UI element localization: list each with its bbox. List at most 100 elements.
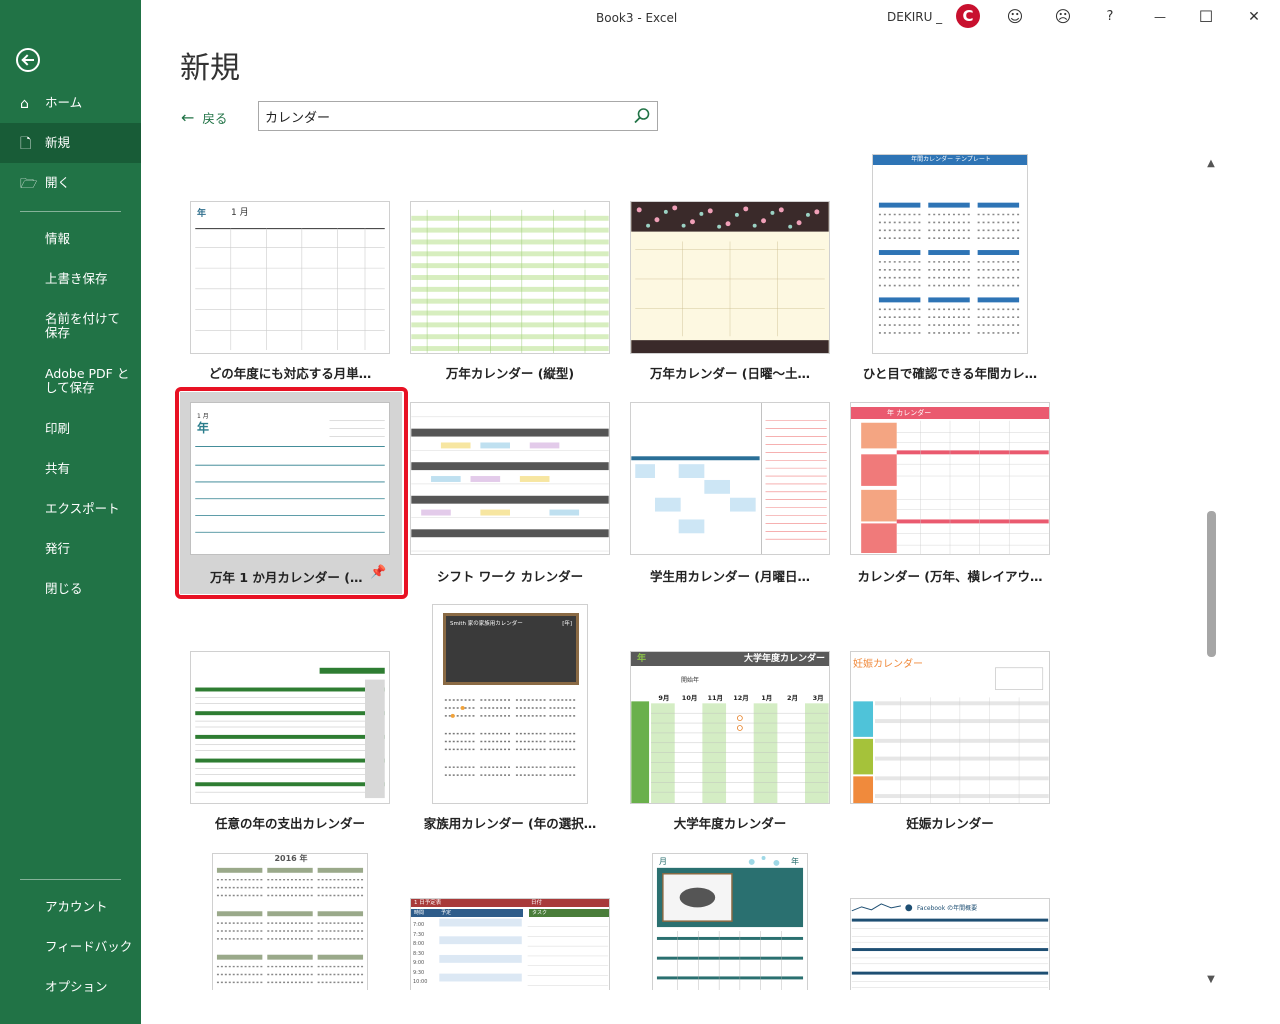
template-tile[interactable]: 年 カレンダー カレンダー (万年、横レイアウ… [840,392,1060,594]
user-name[interactable]: DEKIRU _ [887,10,942,24]
sidebar-item-share[interactable]: 共有 [0,462,141,476]
scroll-down-arrow-icon[interactable]: ▼ [1205,974,1217,986]
pin-icon[interactable]: 📌 [370,565,386,581]
scrollbar-thumb[interactable] [1207,511,1216,657]
template-title: 万年 1 か月カレンダー (メモ… [210,570,370,585]
template-title: カレンダー (万年、横レイアウ… [857,569,1043,584]
sidebar-item-options[interactable]: オプション [0,980,141,994]
template-thumbnail: 年間カレンダー テンプレート [872,154,1028,354]
template-thumbnail [630,402,830,555]
template-tile[interactable]: 任意の年の支出カレンダー [180,600,400,835]
sidebar-divider [20,211,121,212]
template-thumbnail [190,651,390,804]
calendar-grid [411,209,609,353]
sidebar-item-label: オプション [45,979,108,994]
template-tile[interactable]: 1 日予定表 日付 時間 予定 タスク 7:00 7:30 8:00 8:30 … [400,840,620,990]
sidebar-item-close[interactable]: 閉じる [0,582,141,596]
sidebar-item-save-as[interactable]: 名前を付けて保存 [0,312,130,340]
template-tile[interactable]: 学生用カレンダー (月曜日… [620,392,840,594]
template-thumbnail: 2016 年 [212,853,368,990]
search-icon[interactable] [633,107,651,125]
template-title: ひと目で確認できる年間カレ… [862,366,1038,381]
template-thumbnail: 年 カレンダー [850,402,1050,555]
sidebar-item-label: 開く [45,175,71,190]
calendar-grid [861,420,1049,554]
template-tile[interactable]: 年間カレンダー テンプレート ひと目で確認できる年間カレ… [840,150,1060,385]
window-title: Book3 - Excel [596,11,678,25]
template-title: 万年カレンダー (縦型) [445,366,575,381]
smile-icon[interactable]: ☺ [1004,6,1026,28]
calendar-grid [656,856,804,990]
template-thumbnail [630,201,830,354]
calendar-grid [439,918,609,986]
template-thumbnail: 1 日予定表 日付 時間 予定 タスク 7:00 7:30 8:00 8:30 … [410,898,610,990]
template-title: 大学年度カレンダー [673,816,787,831]
thumb-text: Facebook の年間概要 [917,905,978,912]
sidebar-item-label: Adobe PDF として保存 [45,366,130,395]
sidebar-item-label: 発行 [45,541,71,556]
scroll-up-arrow-icon[interactable]: ▲ [1205,158,1217,170]
sidebar-item-label: 閉じる [45,581,83,596]
sidebar-item-open[interactable]: 🗁 開く [0,175,141,193]
sidebar-item-print[interactable]: 印刷 [0,422,141,436]
user-avatar[interactable]: C [956,4,980,28]
sidebar-item-save[interactable]: 上書き保存 [0,272,141,286]
maximize-icon[interactable]: ☐ [1195,6,1217,28]
sidebar-item-label: 印刷 [45,421,71,436]
calendar-grid [853,667,1049,803]
new-document-icon: 🗋 [20,136,32,152]
help-icon[interactable]: ? [1099,6,1121,28]
template-thumbnail: 月 年 [652,853,808,990]
sidebar-item-label: ホーム [45,95,83,110]
sidebar-item-info[interactable]: 情報 [0,232,141,246]
template-tile[interactable]: 年 1 月 どの年度にも対応する月単… [180,150,400,385]
template-title: 妊娠カレンダー [906,816,994,831]
sidebar-item-home[interactable]: ⌂ ホーム [0,95,141,113]
template-tile-selected[interactable]: 1 月 年 万年 1 か月カレンダー (メモ… [180,392,402,594]
template-thumbnail [410,402,610,555]
sidebar-item-adobe-pdf[interactable]: Adobe PDF として保存 [0,367,140,395]
sidebar-divider [20,879,121,880]
sidebar-item-export[interactable]: エクスポート [0,502,141,516]
template-tile[interactable]: 万年カレンダー (日曜～土… [620,150,840,385]
template-thumbnail: Facebook の年間概要 [850,898,1050,990]
calendar-grid [444,699,578,776]
template-tile[interactable]: Smith 家の家族用カレンダー [年] 家族用カレンダー (年の選択… [400,600,620,835]
sidebar-item-new[interactable]: 🗋 新規 [0,123,141,163]
sidebar-item-feedback[interactable]: フィードバック [0,940,141,954]
close-icon[interactable]: ✕ [1243,6,1265,28]
template-tile[interactable]: 妊娠カレンダー 妊娠カレンダー [840,600,1060,835]
sidebar-item-publish[interactable]: 発行 [0,542,141,556]
template-tile[interactable]: Facebook の年間概要 [840,840,1060,990]
minimize-icon[interactable]: — [1149,6,1171,28]
template-thumbnail: 年 1 月 [190,201,390,354]
calendar-grid [411,416,609,552]
template-title: 学生用カレンダー (月曜日… [649,569,811,584]
sidebar-item-label: エクスポート [45,501,120,516]
calendar-grid [195,420,385,533]
calendar-grid [851,903,1049,988]
back-link[interactable]: ← 戻る [181,108,227,127]
template-title: シフト ワーク カレンダー [436,569,584,584]
template-tile[interactable]: 年 大学年度カレンダー 開始年 9月 10月 11月 12月 1月 2月 3月 … [620,600,840,835]
sidebar-item-account[interactable]: アカウント [0,900,141,914]
back-arrow-icon[interactable] [16,48,40,72]
calendar-grid [631,403,827,554]
frown-icon[interactable]: ☹ [1052,6,1074,28]
folder-icon: 🗁 [20,176,38,192]
sidebar-item-label: フィードバック [45,939,133,954]
calendar-grid [216,867,364,984]
template-thumbnail: 妊娠カレンダー [850,651,1050,804]
sidebar-item-label: 情報 [45,231,71,246]
template-tile[interactable]: 2016 年 [180,840,400,990]
template-tile[interactable]: 万年カレンダー (縦型) [400,150,620,385]
home-icon: ⌂ [20,96,29,112]
template-tile[interactable]: シフト ワーク カレンダー [400,392,620,594]
search-input[interactable] [265,106,625,126]
template-thumbnail: Smith 家の家族用カレンダー [年] [432,604,588,804]
template-title: どの年度にも対応する月単… [208,366,372,381]
template-title: 任意の年の支出カレンダー [214,816,365,831]
template-tile[interactable]: 月 年 [620,840,840,990]
template-search-box[interactable] [258,101,658,131]
sidebar-item-label: 共有 [45,461,71,476]
